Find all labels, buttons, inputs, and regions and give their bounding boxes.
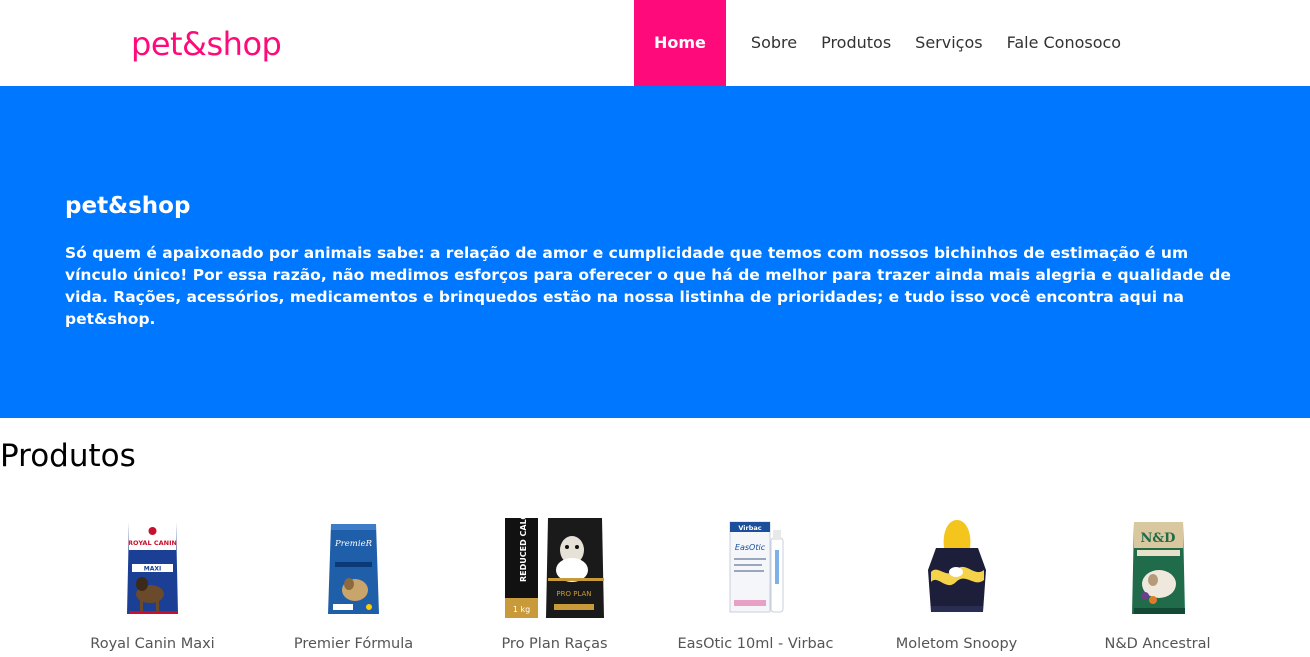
product-image: N&D [1107, 514, 1208, 618]
product-card[interactable]: REDUCED CALORIE 1 kg PRO PLAN Pro Plan R… [454, 510, 655, 657]
product-card[interactable]: ROYAL CANIN MAXI Royal Canin Maxi [52, 510, 253, 657]
product-name: EasOtic 10ml - Virbac [677, 636, 834, 652]
brand-logo[interactable]: pet&shop [131, 22, 282, 66]
product-name: Royal Canin Maxi [90, 636, 215, 652]
svg-text:PRO PLAN: PRO PLAN [556, 590, 591, 598]
nav-home[interactable]: Home [634, 0, 726, 86]
products-section-title: Produtos [0, 438, 136, 474]
svg-text:PremieR: PremieR [334, 539, 373, 549]
hero-description: Só quem é apaixonado por animais sabe: a… [65, 244, 1231, 328]
product-image: ROYAL CANIN MAXI [102, 514, 203, 618]
product-name: Pro Plan Raças [501, 636, 608, 652]
products-list: ROYAL CANIN MAXI Royal Canin Maxi Premie… [52, 510, 1258, 657]
svg-text:N&D: N&D [1141, 531, 1176, 546]
svg-text:1 kg: 1 kg [513, 605, 530, 614]
nav-fale-conosco[interactable]: Fale Conosoco [995, 0, 1134, 86]
main-nav: Home Sobre Produtos Serviços Fale Conoso… [634, 0, 1133, 86]
svg-text:Virbac: Virbac [738, 524, 761, 532]
product-image: REDUCED CALORIE 1 kg PRO PLAN [504, 514, 605, 618]
product-card[interactable]: Moletom Snoopy [856, 510, 1057, 657]
product-card[interactable]: Virbac EasOtic EasOtic 10ml - Virbac [655, 510, 856, 657]
product-image: PremieR [303, 514, 404, 618]
product-image: Virbac EasOtic [705, 514, 806, 618]
hero-banner: pet&shop Só quem é apaixonado por animai… [0, 86, 1310, 418]
nav-sobre[interactable]: Sobre [739, 0, 809, 86]
svg-text:EasOtic: EasOtic [735, 543, 766, 552]
nav-produtos[interactable]: Produtos [809, 0, 903, 86]
product-name: N&D Ancestral [1104, 636, 1211, 652]
product-name: Premier Fórmula [293, 636, 414, 652]
svg-text:REDUCED CALORIE: REDUCED CALORIE [519, 514, 528, 582]
hero-title: pet&shop [65, 193, 191, 219]
svg-text:ROYAL CANIN: ROYAL CANIN [128, 539, 177, 547]
product-card[interactable]: PremieR Premier Fórmula [253, 510, 454, 657]
product-name: Moletom Snoopy [895, 636, 1018, 652]
nav-servicos[interactable]: Serviços [903, 0, 994, 86]
product-card[interactable]: N&D N&D Ancestral [1057, 510, 1258, 657]
svg-text:MAXI: MAXI [144, 566, 161, 573]
top-navbar: pet&shop Home Sobre Produtos Serviços Fa… [0, 0, 1310, 86]
product-image [906, 514, 1007, 618]
